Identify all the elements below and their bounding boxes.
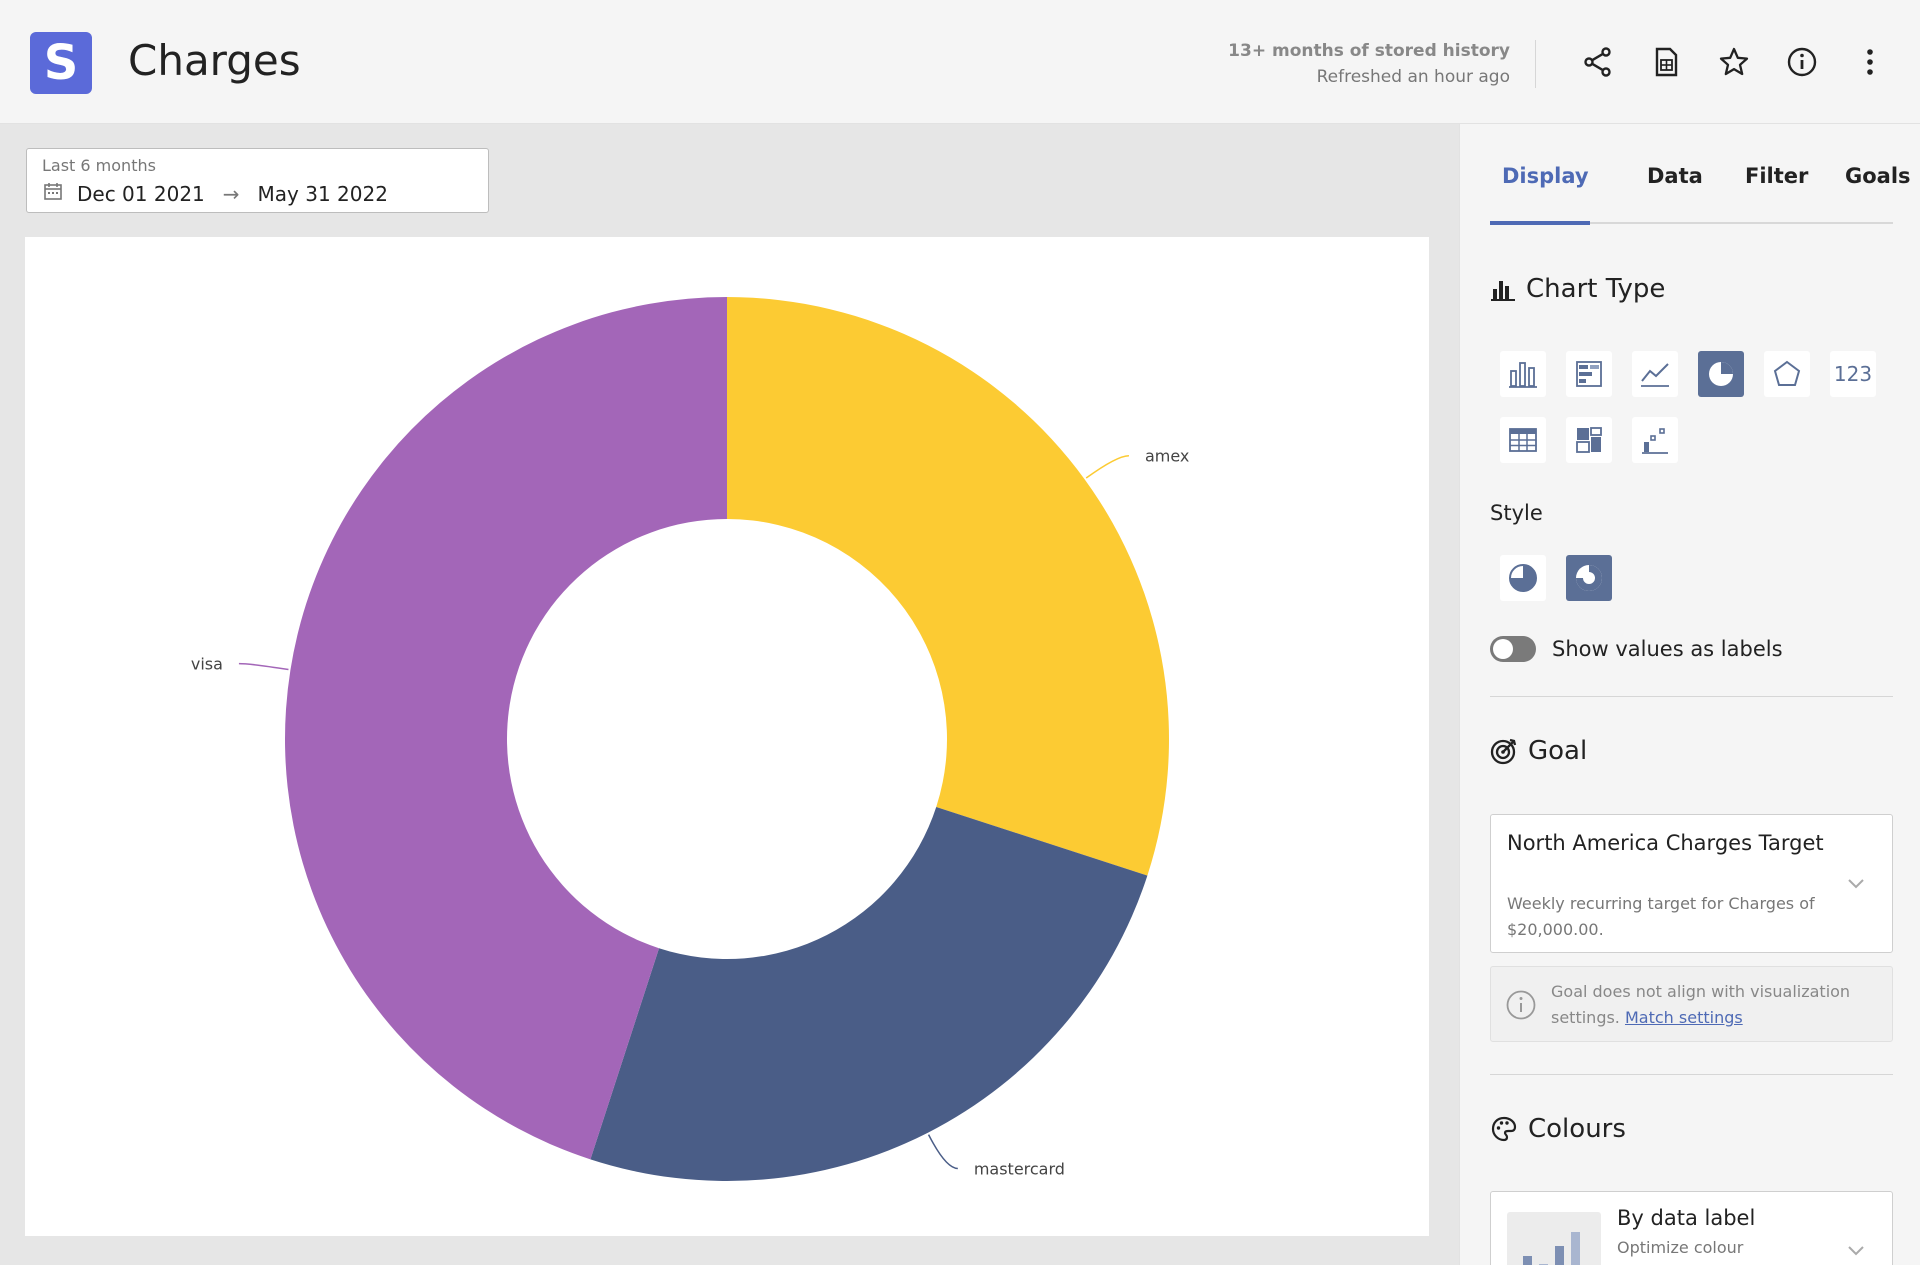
leader-line-mastercard <box>927 1134 958 1170</box>
csv-file-icon[interactable] <box>1644 40 1688 84</box>
show-values-row: Show values as labels <box>1490 636 1783 662</box>
date-range-values: Dec 01 2021 → May 31 2022 <box>43 181 388 206</box>
donut-chart: amex mastercard visa <box>191 297 1189 1181</box>
treemap-icon <box>1576 427 1602 453</box>
goal-select[interactable]: North America Charges Target Weekly recu… <box>1490 814 1893 953</box>
calendar-icon <box>43 181 63 206</box>
stacked-bar-icon <box>1576 361 1602 387</box>
chart-type-funnel-button[interactable] <box>1632 417 1678 463</box>
info-icon <box>1505 989 1537 1025</box>
goal-name: North America Charges Target <box>1507 831 1824 855</box>
settings-panel: Display Data Filter Goals Chart Type 123… <box>1459 124 1920 1265</box>
donut-style-icon <box>1576 565 1602 591</box>
chart-type-title: Chart Type <box>1526 274 1666 304</box>
chart-type-radar-button[interactable] <box>1764 351 1810 397</box>
radar-chart-icon <box>1773 360 1801 386</box>
show-values-toggle[interactable] <box>1490 636 1536 662</box>
number-icon: 123 <box>1833 362 1873 386</box>
palette-icon <box>1490 1115 1518 1143</box>
style-label: Style <box>1490 501 1543 525</box>
star-icon[interactable] <box>1712 40 1756 84</box>
date-range-caption: Last 6 months <box>42 156 156 175</box>
colours-heading: Colours <box>1490 1114 1626 1144</box>
colour-mode-sub: Optimize colour <box>1617 1238 1744 1257</box>
info-icon[interactable] <box>1780 40 1824 84</box>
tab-display[interactable]: Display <box>1502 164 1589 188</box>
chart-type-bar-button[interactable] <box>1500 351 1546 397</box>
app-logo[interactable]: S <box>30 32 92 94</box>
slice-label-amex: amex <box>1145 447 1189 466</box>
tab-filter[interactable]: Filter <box>1745 164 1808 188</box>
leader-line-visa <box>238 662 289 671</box>
date-range-picker[interactable]: Last 6 months Dec 01 2021 → May 31 2022 <box>26 148 489 213</box>
line-chart-icon <box>1641 363 1669 387</box>
goal-title: Goal <box>1528 736 1588 766</box>
tab-goals[interactable]: Goals <box>1845 164 1911 188</box>
style-pie-button[interactable] <box>1500 555 1546 601</box>
bar-chart-icon <box>1490 276 1516 302</box>
slice-label-mastercard: mastercard <box>974 1159 1065 1178</box>
colours-title: Colours <box>1528 1114 1626 1144</box>
active-tab-indicator <box>1490 221 1590 225</box>
donut-slice-mastercard[interactable] <box>590 806 1148 1181</box>
panel-tabs: Display Data Filter Goals <box>1490 164 1911 225</box>
pie-chart-icon <box>1709 362 1733 386</box>
table-icon <box>1509 428 1537 452</box>
chart-card: amex mastercard visa <box>25 237 1429 1236</box>
match-settings-link[interactable]: Match settings <box>1625 1008 1743 1027</box>
show-values-label: Show values as labels <box>1552 637 1783 661</box>
chart-type-line-button[interactable] <box>1632 351 1678 397</box>
goal-alignment-note: Goal does not align with visualization s… <box>1490 966 1893 1042</box>
chevron-down-icon <box>1846 1242 1866 1261</box>
style-donut-button[interactable] <box>1566 555 1612 601</box>
colour-preview-thumbnail <box>1507 1212 1601 1265</box>
history-status: 13+ months of stored history Refreshed a… <box>1228 38 1510 90</box>
goal-description: Weekly recurring target for Charges of $… <box>1507 894 1815 939</box>
leader-line-amex <box>1085 454 1130 479</box>
tab-data[interactable]: Data <box>1647 164 1703 188</box>
stored-history-text: 13+ months of stored history <box>1228 41 1510 61</box>
bar-chart-icon <box>1509 362 1537 388</box>
slice-label-visa: visa <box>191 655 223 674</box>
chart-type-pie-button[interactable] <box>1698 351 1744 397</box>
goal-heading: Goal <box>1490 736 1587 766</box>
page-title: Charges <box>128 36 301 85</box>
chart-type-stacked-bar-button[interactable] <box>1566 351 1612 397</box>
section-divider <box>1490 1074 1893 1075</box>
goal-note-text: Goal does not align with visualization s… <box>1551 979 1881 1031</box>
app-header: S Charges 13+ months of stored history R… <box>0 0 1920 124</box>
section-divider <box>1490 696 1893 697</box>
toggle-knob <box>1493 639 1513 659</box>
date-start: Dec 01 2021 <box>77 181 205 206</box>
more-vertical-icon[interactable] <box>1848 40 1892 84</box>
chart-type-heading: Chart Type <box>1490 274 1665 304</box>
refreshed-text: Refreshed an hour ago <box>1316 67 1510 87</box>
pie-style-icon <box>1509 564 1537 592</box>
colour-mode-name: By data label <box>1617 1206 1756 1230</box>
colour-mode-select[interactable]: By data label Optimize colour <box>1490 1191 1893 1265</box>
share-icon[interactable] <box>1576 40 1620 84</box>
donut-slice-amex[interactable] <box>727 297 1169 876</box>
arrow-right-icon: → <box>222 181 240 206</box>
date-end: May 31 2022 <box>257 181 388 206</box>
chevron-down-icon <box>1846 875 1866 894</box>
header-divider <box>1535 40 1536 88</box>
target-icon <box>1490 737 1518 765</box>
chart-type-table-button[interactable] <box>1500 417 1546 463</box>
step-chart-icon <box>1642 428 1668 454</box>
chart-type-number-button[interactable]: 123 <box>1830 351 1876 397</box>
chart-type-treemap-button[interactable] <box>1566 417 1612 463</box>
